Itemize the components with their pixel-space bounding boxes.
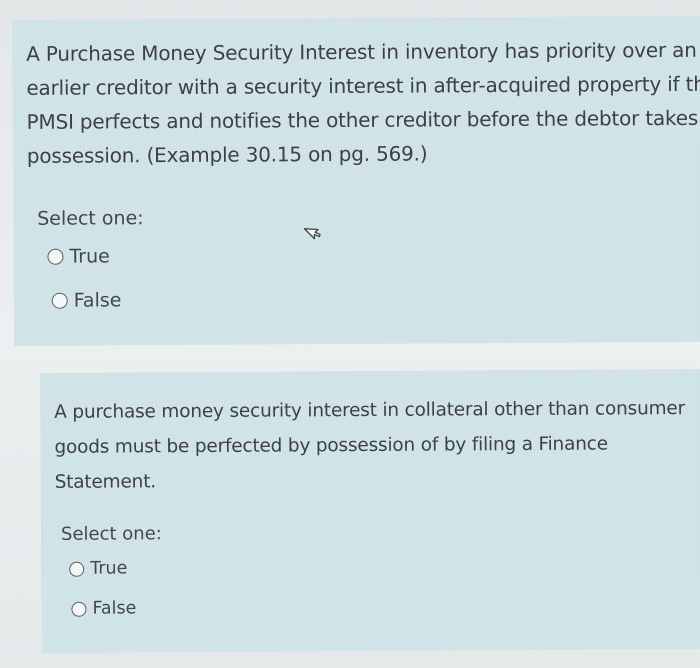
option-label: False — [73, 289, 122, 312]
question-card-1: A Purchase Money Security Interest in in… — [12, 15, 700, 346]
option-false[interactable]: False — [51, 289, 122, 312]
question-text-line: A purchase money security interest in co… — [54, 398, 686, 423]
mouse-pointer-icon — [303, 228, 321, 240]
question-text-line: possession. (Example 30.15 on pg. 569.) — [26, 141, 428, 168]
question-card-2: A purchase money security interest in co… — [40, 368, 700, 653]
radio-button[interactable] — [69, 561, 85, 577]
option-false[interactable]: False — [71, 598, 137, 619]
question-text-line: goods must be perfected by possession of… — [54, 433, 608, 458]
option-true[interactable]: True — [69, 558, 128, 579]
question-text-line: Statement. — [54, 471, 156, 493]
question-text-line: PMSI perfects and notifies the other cre… — [26, 105, 699, 134]
radio-button[interactable] — [47, 248, 64, 265]
radio-button[interactable] — [71, 601, 87, 617]
question-text: A Purchase Money Security Interest in in… — [26, 33, 700, 173]
option-true[interactable]: True — [47, 245, 110, 268]
question-text: A purchase money security interest in co… — [54, 391, 685, 500]
select-one-label: Select one: — [37, 207, 144, 230]
question-text-line: earlier creditor with a security interes… — [26, 71, 700, 100]
option-label: True — [69, 245, 110, 268]
option-label: True — [90, 558, 128, 579]
question-text-line: A Purchase Money Security Interest in in… — [26, 37, 697, 66]
radio-button[interactable] — [51, 292, 68, 309]
option-label: False — [92, 598, 137, 619]
select-one-label: Select one: — [60, 523, 162, 545]
